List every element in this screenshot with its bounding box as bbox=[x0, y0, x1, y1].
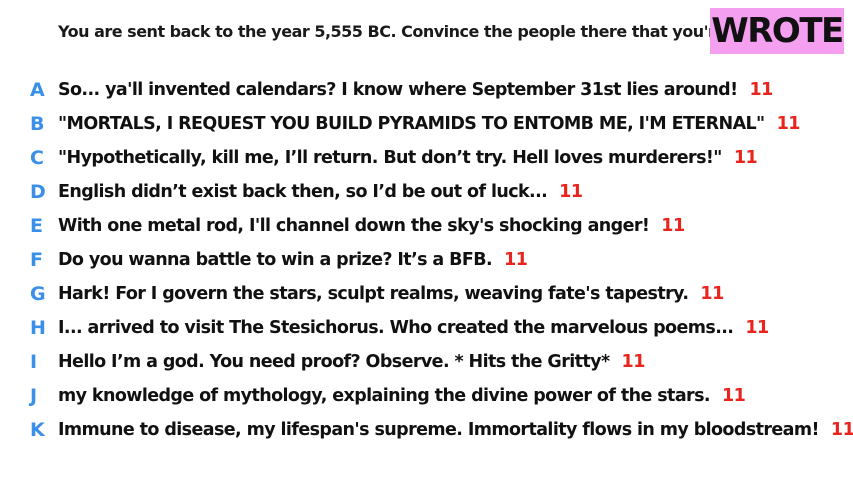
answer-row-k[interactable]: K Immune to disease, my lifespan's suprem… bbox=[0, 413, 853, 447]
answer-score: 11 bbox=[661, 216, 685, 236]
answer-letter: I bbox=[30, 351, 38, 373]
answer-text: Hello I’m a god. You need proof? Observe… bbox=[58, 352, 645, 372]
answer-text: So... ya'll invented calendars? I know w… bbox=[58, 80, 773, 100]
answer-row-e[interactable]: E With one metal rod, I'll channel down t… bbox=[0, 209, 853, 243]
answer-body: I... arrived to visit The Stesichorus. W… bbox=[58, 318, 734, 338]
answer-letter: B bbox=[30, 113, 45, 135]
answer-text: English didn’t exist back then, so I’d b… bbox=[58, 182, 583, 202]
answer-row-c[interactable]: C "Hypothetically, kill me, I’ll return. … bbox=[0, 141, 853, 175]
answer-letter: E bbox=[30, 215, 43, 237]
answer-score: 11 bbox=[721, 386, 746, 406]
answer-body: So... ya'll invented calendars? I know w… bbox=[58, 80, 738, 100]
answer-body: English didn’t exist back then, so I’d b… bbox=[58, 182, 548, 202]
answer-row-j[interactable]: Jmy knowledge of mythology, explaining t… bbox=[0, 379, 853, 413]
answer-text: my knowledge of mythology, explaining th… bbox=[58, 386, 746, 406]
answer-row-a[interactable]: A So... ya'll invented calendars? I know … bbox=[0, 73, 853, 107]
answer-text: Do you wanna battle to win a prize? It’s… bbox=[58, 250, 528, 270]
answer-row-d[interactable]: D English didn’t exist back then, so I’d … bbox=[0, 175, 853, 209]
answer-text: Immune to disease, my lifespan's supreme… bbox=[58, 420, 853, 440]
answer-row-h[interactable]: H I... arrived to visit The Stesichorus. … bbox=[0, 311, 853, 345]
answer-letter: F bbox=[30, 249, 43, 271]
answer-letter: D bbox=[30, 181, 46, 203]
answer-row-b[interactable]: B "MORTALS, I REQUEST YOU BUILD PYRAMIDS … bbox=[0, 107, 853, 141]
answer-score: 11 bbox=[700, 284, 724, 304]
answer-text: "Hypothetically, kill me, I’ll return. B… bbox=[58, 148, 758, 168]
answer-letter: A bbox=[30, 79, 45, 101]
answer-list: A So... ya'll invented calendars? I know … bbox=[0, 73, 853, 447]
answer-score: 11 bbox=[504, 250, 528, 270]
answer-letter: G bbox=[30, 283, 46, 305]
answer-body: "Hypothetically, kill me, I’ll return. B… bbox=[58, 148, 722, 168]
wrote-badge: WROTE bbox=[710, 8, 844, 54]
answer-text: I... arrived to visit The Stesichorus. W… bbox=[58, 318, 769, 338]
answer-body: Immune to disease, my lifespan's supreme… bbox=[58, 420, 820, 440]
answer-score: 11 bbox=[559, 182, 583, 202]
prompt-text: You are sent back to the year 5,555 BC. … bbox=[58, 22, 785, 41]
answer-score: 11 bbox=[621, 352, 646, 372]
answer-body: Hello I’m a god. You need proof? Observe… bbox=[58, 352, 610, 372]
answer-score: 11 bbox=[749, 80, 773, 100]
answer-letter: H bbox=[30, 317, 46, 339]
answer-score: 11 bbox=[745, 318, 769, 338]
answer-text: Hark! For I govern the stars, sculpt rea… bbox=[58, 284, 724, 304]
answer-body: With one metal rod, I'll channel down th… bbox=[58, 216, 650, 236]
answer-letter: K bbox=[30, 419, 45, 441]
answer-row-i[interactable]: I Hello I’m a god. You need proof? Observ… bbox=[0, 345, 853, 379]
answer-text: "MORTALS, I REQUEST YOU BUILD PYRAMIDS T… bbox=[58, 114, 800, 134]
answer-text: With one metal rod, I'll channel down th… bbox=[58, 216, 685, 236]
answer-score: 11 bbox=[733, 148, 758, 168]
answer-row-f[interactable]: F Do you wanna battle to win a prize? It’… bbox=[0, 243, 853, 277]
answer-score: 11 bbox=[776, 114, 801, 134]
answer-letter: C bbox=[30, 147, 44, 169]
answer-body: my knowledge of mythology, explaining th… bbox=[58, 386, 711, 406]
answer-body: "MORTALS, I REQUEST YOU BUILD PYRAMIDS T… bbox=[58, 114, 765, 134]
answer-body: Hark! For I govern the stars, sculpt rea… bbox=[58, 284, 689, 304]
answer-letter: J bbox=[30, 385, 38, 407]
answer-score: 11 bbox=[830, 420, 853, 440]
answer-body: Do you wanna battle to win a prize? It’s… bbox=[58, 250, 493, 270]
answer-row-g[interactable]: G Hark! For I govern the stars, sculpt re… bbox=[0, 277, 853, 311]
